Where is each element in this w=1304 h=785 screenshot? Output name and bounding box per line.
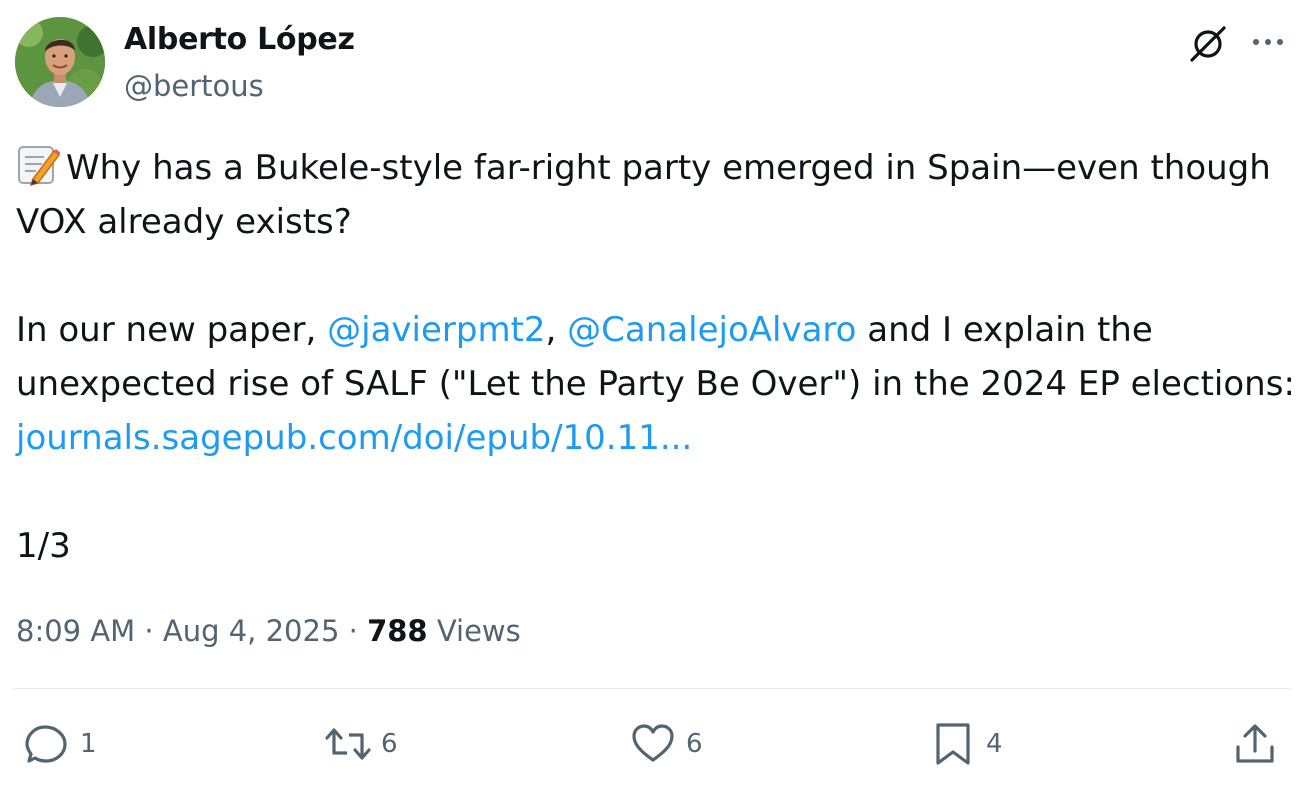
tweet-meta: 8:09 AM · Aug 4, 2025 · 788 Views bbox=[16, 614, 521, 648]
like-count: 6 bbox=[686, 729, 703, 759]
tweet-line-2: VOX already exists? bbox=[16, 195, 1291, 249]
author-handle[interactable]: @bertous bbox=[124, 69, 264, 103]
avatar[interactable] bbox=[15, 17, 105, 107]
thread-counter: 1/3 bbox=[16, 526, 71, 566]
tweet-text-line-4: unexpected rise of SALF ("Let the Party … bbox=[16, 364, 1295, 404]
tweet-text-suffix: and I explain the bbox=[856, 310, 1153, 350]
more-horizontal-icon[interactable] bbox=[1248, 26, 1288, 58]
mention-javierpmt2[interactable]: @javierpmt2 bbox=[327, 310, 545, 350]
meta-separator: · bbox=[135, 614, 163, 648]
reply-count: 1 bbox=[80, 729, 97, 759]
divider bbox=[14, 688, 1290, 689]
memo-icon bbox=[16, 143, 61, 187]
views-count[interactable]: 788 bbox=[367, 614, 428, 648]
grok-icon[interactable] bbox=[1188, 24, 1228, 64]
tweet-text-prefix: In our new paper, bbox=[16, 310, 328, 350]
like-button[interactable]: 6 bbox=[630, 720, 703, 768]
avatar-image bbox=[15, 17, 105, 107]
tweet-line-4: unexpected rise of SALF ("Let the Party … bbox=[16, 357, 1295, 411]
tweet-text: Why has a Bukele-style far-right party e… bbox=[16, 141, 1295, 573]
tweet-line-6: 1/3 bbox=[16, 519, 1291, 573]
tweet-text-line-1: Why has a Bukele-style far-right party e… bbox=[66, 148, 1271, 188]
author-name[interactable]: Alberto López bbox=[124, 22, 355, 57]
bookmark-button[interactable]: 4 bbox=[930, 720, 1003, 768]
bookmark-count: 4 bbox=[986, 729, 1003, 759]
heart-icon bbox=[630, 721, 676, 767]
meta-separator: · bbox=[339, 614, 368, 648]
post-date[interactable]: Aug 4, 2025 bbox=[163, 614, 340, 648]
tweet-line-5: journals.sagepub.com/doi/epub/10.11... bbox=[16, 411, 1291, 465]
repost-icon bbox=[325, 721, 371, 767]
tweet-text-line-2: VOX already exists? bbox=[16, 202, 352, 242]
share-button[interactable] bbox=[1232, 720, 1278, 768]
post-time[interactable]: 8:09 AM bbox=[16, 614, 135, 648]
bookmark-icon bbox=[930, 721, 976, 767]
mention-separator: , bbox=[545, 310, 568, 350]
reply-icon bbox=[24, 721, 70, 767]
tweet-line-1: Why has a Bukele-style far-right party e… bbox=[16, 141, 1291, 195]
share-icon bbox=[1232, 721, 1278, 767]
repost-button[interactable]: 6 bbox=[325, 720, 398, 768]
tweet: Alberto López @bertous Why has a Bukele-… bbox=[0, 0, 1304, 785]
tweet-line-3: In our new paper, @javierpmt2, @Canalejo… bbox=[16, 303, 1291, 357]
reply-button[interactable]: 1 bbox=[24, 720, 97, 768]
views-label: Views bbox=[427, 614, 521, 648]
mention-canalejoalvaro[interactable]: @CanalejoAlvaro bbox=[567, 310, 856, 350]
paper-link[interactable]: journals.sagepub.com/doi/epub/10.11... bbox=[16, 418, 692, 458]
repost-count: 6 bbox=[381, 729, 398, 759]
